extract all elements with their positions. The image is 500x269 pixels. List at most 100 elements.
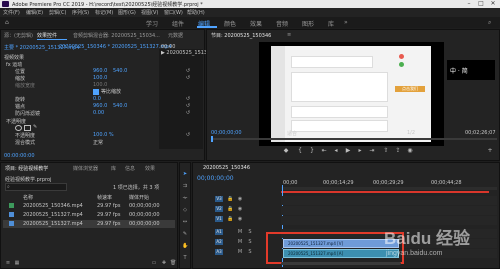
go-to-out-icon[interactable]: ⇥ [367, 146, 377, 155]
track-target-v1[interactable]: V1 [215, 216, 223, 222]
lift-icon[interactable]: ⇧ [381, 146, 391, 155]
menu-edit[interactable]: 编辑(E) [26, 9, 43, 16]
mark-in-icon[interactable]: { [295, 146, 305, 155]
solo-icon[interactable]: S [247, 249, 253, 255]
list-view-icon[interactable]: ≡ [5, 260, 11, 266]
column-name[interactable]: 名称 [23, 194, 33, 201]
razor-tool-icon[interactable]: ◇ [182, 207, 188, 213]
workspace-graphics[interactable]: 图形 [302, 19, 314, 28]
selection-tool-icon[interactable]: ➤ [182, 171, 188, 177]
eye-icon[interactable]: ◉ [237, 196, 243, 202]
ellipse-mask-icon[interactable] [15, 125, 22, 131]
reset-icon[interactable]: ↺ [185, 68, 191, 74]
work-area-bar[interactable] [281, 191, 489, 193]
tab-info[interactable]: 信息 [125, 165, 135, 172]
new-item-icon[interactable]: ✚ [161, 260, 167, 266]
param-anchor-y[interactable]: 540.0 [113, 103, 127, 109]
workspace-color[interactable]: 颜色 [224, 19, 236, 28]
play-icon[interactable]: ▶ [343, 146, 353, 155]
trash-icon[interactable]: 🗑 [170, 260, 176, 266]
param-position-y[interactable]: 540.0 [113, 68, 127, 74]
playhead-marker-icon[interactable] [211, 136, 213, 142]
menu-view[interactable]: 视图(V) [141, 9, 158, 16]
lock-icon[interactable]: 🔒 [227, 196, 233, 202]
workspaces-more[interactable]: » [344, 19, 348, 26]
workspace-audio[interactable]: 音频 [276, 19, 288, 28]
program-timecode[interactable]: 00;00;00;00 [211, 130, 242, 136]
tab-libraries[interactable]: 库 [111, 165, 116, 172]
table-row[interactable]: 20200525_150346.mp4 29.97 fps 00;00;00;0… [3, 202, 175, 210]
track-target-v2[interactable]: V2 [215, 206, 223, 212]
param-anchor-x[interactable]: 960.0 [93, 103, 107, 109]
program-time-ruler[interactable] [211, 138, 497, 140]
tab-metadata[interactable]: 元数据 [168, 32, 183, 39]
close-button[interactable]: ✕ [488, 0, 498, 8]
tab-timeline-sequence[interactable]: 20200525_150346 [203, 165, 250, 171]
param-opacity-value[interactable]: 100.0 % [93, 132, 114, 138]
param-rotation-value[interactable]: 0.0 [93, 96, 101, 102]
param-blend-value[interactable]: 正常 [93, 139, 103, 146]
export-frame-icon[interactable]: ◉ [405, 146, 415, 155]
fit-zoom-select[interactable]: 适合 [287, 130, 297, 137]
param-position-x[interactable]: 960.0 [93, 68, 107, 74]
pen-mask-icon[interactable]: ✎ [33, 124, 37, 130]
new-bin-icon[interactable]: ▭ [151, 260, 157, 266]
tab-effect-controls[interactable]: 效果控件 [37, 32, 57, 39]
reset-icon[interactable]: ↺ [185, 103, 191, 109]
track-target-a1[interactable]: A1 [215, 229, 223, 235]
menu-file[interactable]: 文件(F) [3, 9, 20, 16]
icon-view-icon[interactable]: ▦ [14, 260, 20, 266]
tab-source[interactable]: 源：(无剪辑) [4, 32, 33, 39]
step-forward-icon[interactable]: ▸ [355, 146, 365, 155]
menu-graphics[interactable]: 图形(G) [118, 9, 136, 16]
reset-icon[interactable]: ↺ [185, 75, 191, 81]
tab-media-browser[interactable]: 媒体浏览器 [73, 165, 98, 172]
mute-icon[interactable]: M [237, 249, 243, 255]
solo-icon[interactable]: S [247, 239, 253, 245]
workspace-learning[interactable]: 学习 [146, 19, 158, 28]
type-tool-icon[interactable]: T [182, 255, 188, 261]
time-ruler[interactable] [281, 187, 497, 190]
workspace-libraries[interactable]: 库 [328, 19, 334, 28]
track-target-v3[interactable]: V3 [215, 196, 223, 202]
eye-icon[interactable]: ◉ [237, 216, 243, 222]
slip-tool-icon[interactable]: ↔ [182, 219, 188, 225]
lock-icon[interactable]: 🔒 [227, 206, 233, 212]
menu-window[interactable]: 窗口(W) [164, 9, 183, 16]
menu-sequence[interactable]: 序列(S) [72, 9, 89, 16]
motion-effect-header[interactable]: fx 运动 [6, 61, 22, 68]
uniform-scale-checkbox[interactable] [93, 89, 99, 95]
extract-icon[interactable]: ⇪ [393, 146, 403, 155]
track-target-a3[interactable]: A3 [215, 249, 223, 255]
table-row[interactable]: 20200525_151327.mp4 29.97 fps 00;00;00;0… [3, 220, 175, 228]
minimize-button[interactable]: – [464, 0, 474, 8]
reset-icon[interactable]: ↺ [185, 110, 191, 116]
mute-icon[interactable]: M [237, 229, 243, 235]
sequence-clip-label[interactable]: 20200525_150346 * 20200525_151327.mp4 [59, 44, 172, 50]
track-target-a2[interactable]: A2 [215, 239, 223, 245]
hand-tool-icon[interactable]: ✋ [182, 243, 188, 249]
opacity-effect-header[interactable]: 不透明度 [6, 118, 26, 125]
lock-icon[interactable]: 🔒 [227, 216, 233, 222]
menu-help[interactable]: 帮助(H) [187, 9, 205, 16]
rectangle-mask-icon[interactable] [24, 125, 31, 131]
column-media-start[interactable]: 媒体开始 [129, 194, 149, 201]
reset-icon[interactable]: ↺ [185, 132, 191, 138]
home-icon[interactable]: ⌂ [5, 19, 9, 26]
tab-audio-clip-mixer[interactable]: 音频剪辑混合器: 20200525_15034... [73, 32, 160, 39]
tab-project[interactable]: 项目: 经验视频教学 [5, 165, 48, 172]
go-to-in-icon[interactable]: ⇤ [319, 146, 329, 155]
project-search-input[interactable]: ⌕ [5, 183, 67, 191]
pen-tool-icon[interactable]: ✎ [182, 231, 188, 237]
eye-icon[interactable]: ◉ [237, 206, 243, 212]
maximize-button[interactable]: □ [476, 0, 486, 8]
playback-resolution-select[interactable]: 1/2 [407, 130, 415, 136]
track-select-tool-icon[interactable]: ⇉ [182, 183, 188, 189]
menu-clip[interactable]: 剪辑(C) [49, 9, 66, 16]
marker-icon[interactable]: ◆ [281, 146, 291, 155]
param-antiflicker-value[interactable]: 0.00 [93, 110, 104, 116]
tab-effects[interactable]: 效果 [145, 165, 155, 172]
column-frame-rate[interactable]: 帧速率 [97, 194, 112, 201]
reset-icon[interactable]: ↺ [185, 96, 191, 102]
tab-program-monitor[interactable]: 节目: 20200525_150346 [211, 32, 271, 39]
